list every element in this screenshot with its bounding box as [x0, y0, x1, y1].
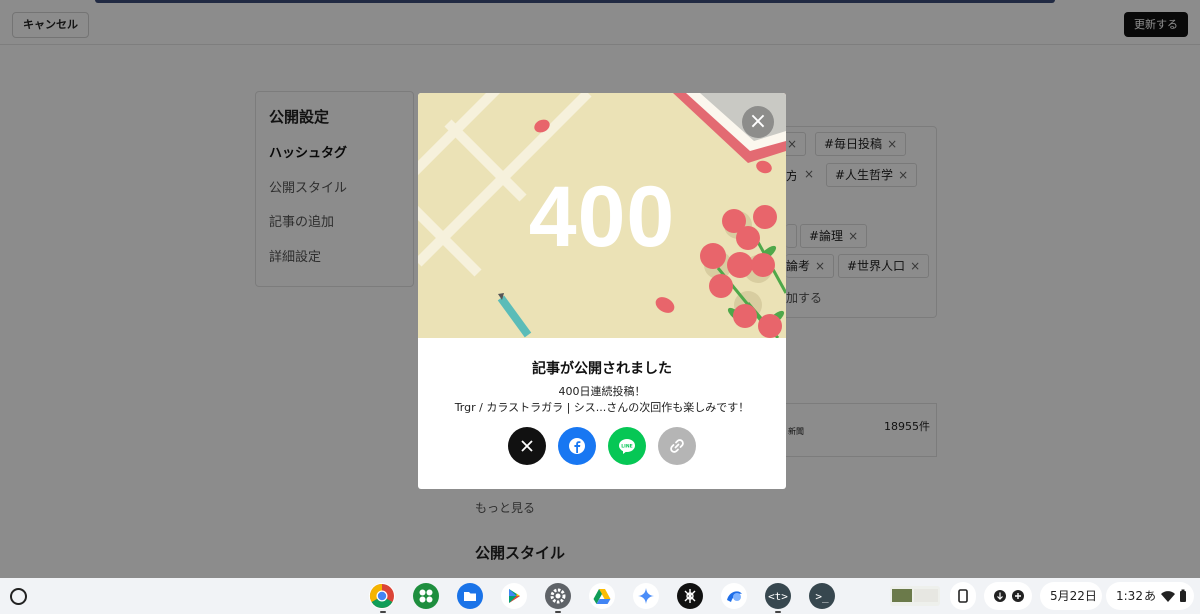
share-line-button[interactable]: LINE	[608, 427, 646, 465]
text-editor-icon[interactable]: <t>	[765, 583, 791, 609]
share-x-button[interactable]	[508, 427, 546, 465]
system-tray[interactable]: 1:32 あ	[1106, 582, 1194, 610]
link-icon	[670, 439, 684, 453]
close-icon[interactable]: ×	[742, 106, 774, 138]
duolingo-icon[interactable]	[721, 583, 747, 609]
terminal-icon[interactable]: >_	[809, 583, 835, 609]
taskbar: <t> >_ 5月22日 1:32 あ	[0, 578, 1200, 614]
dialog-message-text: Trgr / カラストラガラ | シス...さんの次回作も楽しみです！	[454, 401, 750, 414]
x-logo-icon	[521, 440, 533, 452]
chrome-icon[interactable]	[369, 583, 395, 609]
launcher-icon[interactable]	[10, 588, 27, 605]
svg-text:LINE: LINE	[621, 444, 632, 450]
clock-time: 1:32	[1116, 589, 1143, 603]
drive-icon[interactable]	[589, 583, 615, 609]
gemini-icon[interactable]	[633, 583, 659, 609]
svg-text:>_: >_	[815, 590, 829, 603]
google-apps-icon[interactable]	[413, 583, 439, 609]
streak-number: 400	[528, 169, 676, 265]
app-running-indicator	[775, 611, 781, 613]
battery-icon	[1180, 589, 1186, 602]
ime-indicator: あ	[1144, 589, 1157, 603]
dialog-title: 記事が公開されました	[532, 361, 672, 377]
wifi-icon	[1161, 591, 1175, 602]
files-icon[interactable]	[457, 583, 483, 609]
copy-link-button[interactable]	[658, 427, 696, 465]
date-text: 5月22日	[1050, 589, 1097, 603]
play-store-icon[interactable]	[501, 583, 527, 609]
status-icons-group[interactable]	[984, 582, 1032, 610]
app-running-indicator	[380, 611, 386, 613]
app-icon[interactable]	[677, 583, 703, 609]
screen-capture-thumbnail[interactable]	[888, 582, 942, 610]
phone-hub-icon[interactable]	[950, 582, 976, 610]
date-pill[interactable]: 5月22日	[1040, 582, 1102, 610]
facebook-icon	[569, 438, 585, 454]
settings-icon[interactable]	[545, 583, 571, 609]
dialog-streak-text: 400日連続投稿！	[558, 385, 646, 398]
svg-text:<t>: <t>	[768, 590, 788, 603]
line-icon: LINE	[619, 439, 635, 454]
app-running-indicator	[555, 611, 561, 613]
publish-complete-dialog: 400 × 記事が公開されました 400日連続投稿！ Trgr / カラストラガ…	[418, 93, 786, 489]
share-facebook-button[interactable]	[558, 427, 596, 465]
